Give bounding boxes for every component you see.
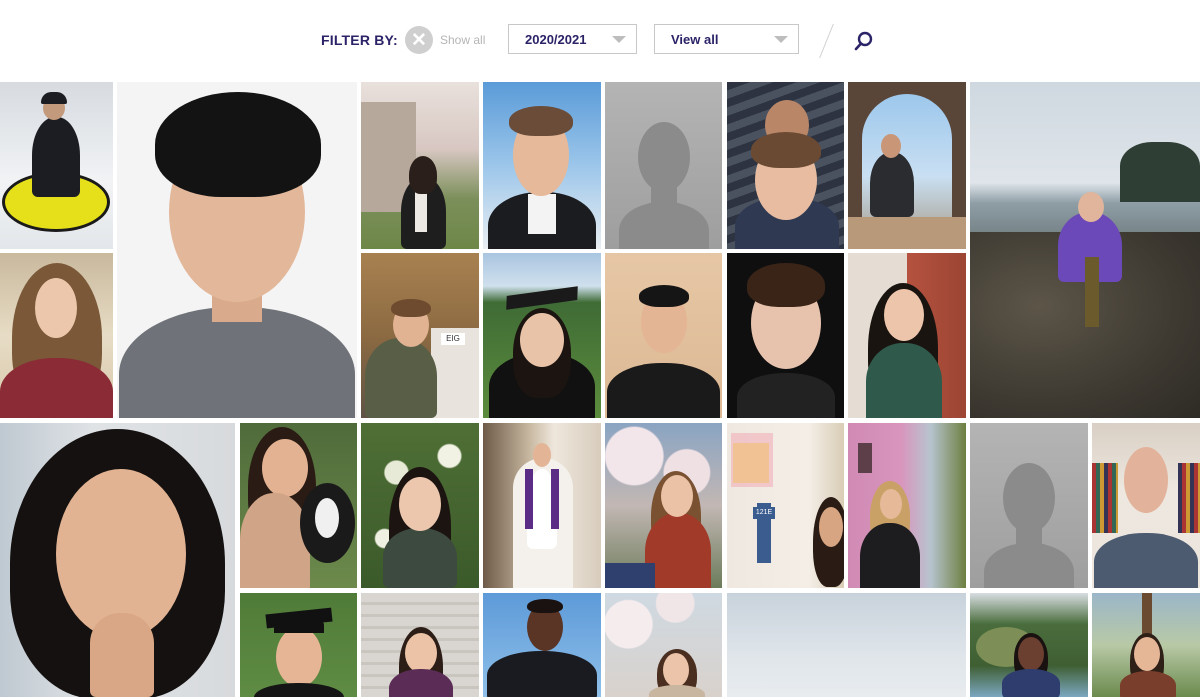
profile-photo[interactable] <box>483 593 601 697</box>
profile-photo[interactable] <box>483 82 601 249</box>
profile-photo[interactable] <box>970 82 1200 418</box>
room-label: 121E <box>753 507 775 519</box>
profile-photo[interactable] <box>0 253 113 418</box>
profile-photo[interactable] <box>970 593 1088 697</box>
profile-photo[interactable] <box>240 423 357 588</box>
filter-bar: FILTER BY: ✕ Show all 2020/2021 View all <box>0 0 1200 82</box>
clear-filter-button[interactable]: ✕ <box>405 26 433 54</box>
profile-photo[interactable]: EIG <box>361 253 479 418</box>
profile-photo[interactable] <box>605 593 722 697</box>
profile-photo[interactable] <box>848 253 966 418</box>
profile-photo[interactable] <box>605 253 722 418</box>
profile-photo[interactable] <box>727 593 966 697</box>
profile-photo[interactable] <box>0 423 235 697</box>
profile-photo[interactable] <box>727 82 844 249</box>
year-select[interactable]: 2020/2021 <box>508 24 637 54</box>
profile-photo[interactable] <box>483 423 601 588</box>
divider <box>819 24 834 58</box>
profile-photo[interactable] <box>483 253 601 418</box>
view-select[interactable]: View all <box>654 24 799 54</box>
profile-photo[interactable]: 121E <box>727 423 844 588</box>
door-sign: EIG <box>441 333 465 345</box>
placeholder-avatar[interactable] <box>970 423 1088 588</box>
profile-photo[interactable] <box>727 253 844 418</box>
profile-photo[interactable] <box>117 82 357 418</box>
profile-photo[interactable] <box>1092 423 1200 588</box>
chevron-down-icon <box>774 36 788 43</box>
view-select-value: View all <box>671 32 719 47</box>
search-icon[interactable] <box>852 29 876 53</box>
year-select-value: 2020/2021 <box>525 32 587 47</box>
profile-photo[interactable] <box>240 593 357 697</box>
profile-photo[interactable] <box>361 593 479 697</box>
filter-label: FILTER BY: <box>321 32 398 48</box>
show-all-link[interactable]: Show all <box>440 33 485 47</box>
close-icon: ✕ <box>411 29 427 51</box>
chevron-down-icon <box>612 36 626 43</box>
profile-photo[interactable] <box>361 423 479 588</box>
profile-photo[interactable] <box>848 82 966 249</box>
profile-photo[interactable] <box>0 82 113 249</box>
placeholder-avatar[interactable] <box>605 82 722 249</box>
profile-photo[interactable] <box>1092 593 1200 697</box>
profile-photo[interactable] <box>361 82 479 249</box>
profile-photo[interactable] <box>848 423 966 588</box>
profile-photo[interactable] <box>605 423 722 588</box>
